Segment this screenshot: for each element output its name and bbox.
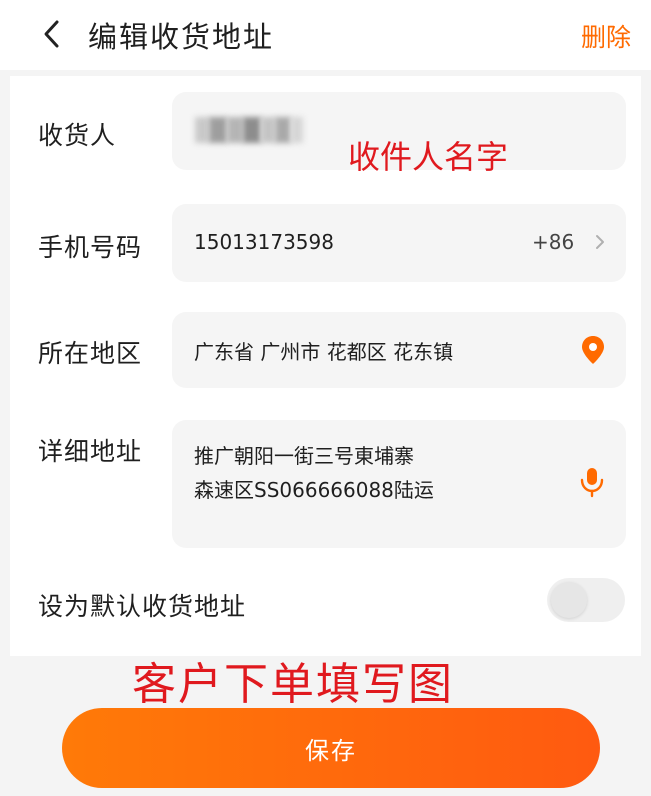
chevron-left-icon	[44, 20, 59, 48]
toggle-knob	[551, 582, 587, 618]
region-label: 所在地区	[38, 339, 143, 368]
location-pin-icon[interactable]	[580, 335, 606, 365]
microphone-icon[interactable]	[578, 466, 606, 498]
chevron-right-icon[interactable]	[594, 233, 606, 251]
detail-address-line1: 推广朝阳一街三号東埔寨	[194, 444, 414, 468]
detail-address-line2: 森速区SS066666088陆运	[194, 478, 434, 502]
phone-value: 15013173598	[194, 230, 334, 254]
detail-address-label: 详细地址	[38, 437, 143, 466]
figure-caption-annotation: 客户下单填写图	[132, 659, 454, 710]
top-bar: 编辑收货地址 删除	[0, 0, 651, 70]
default-address-toggle[interactable]	[547, 578, 625, 622]
country-code[interactable]: +86	[532, 230, 574, 254]
phone-label: 手机号码	[38, 233, 143, 262]
save-button[interactable]: 保存	[62, 708, 600, 788]
region-value: 广东省 广州市 花都区 花东镇	[194, 340, 454, 364]
delete-button[interactable]: 删除	[581, 18, 631, 54]
page-title: 编辑收货地址	[88, 20, 275, 54]
default-address-label: 设为默认收货地址	[38, 592, 247, 621]
recipient-label: 收货人	[38, 121, 117, 150]
recipient-name-annotation: 收件人名字	[348, 138, 509, 176]
recipient-name-redacted	[195, 112, 303, 148]
back-button[interactable]	[34, 16, 70, 52]
